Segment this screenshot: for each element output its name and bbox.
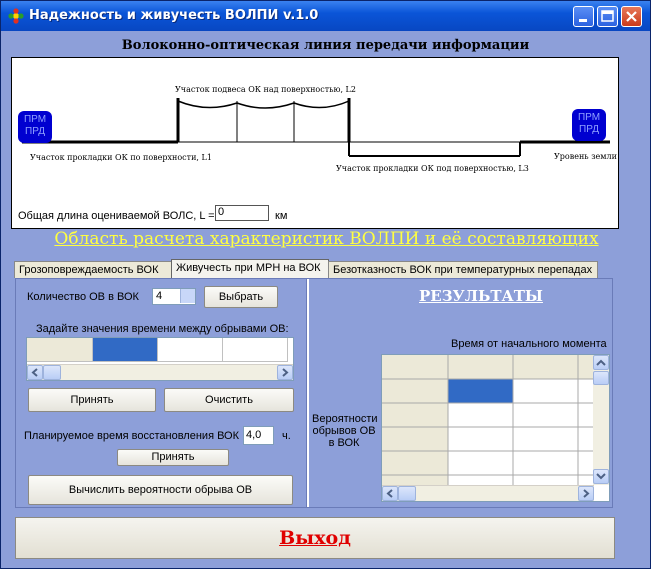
tab-survivability[interactable]: Живучесть при МРН на ВОК	[171, 259, 329, 279]
scroll-left-icon[interactable]	[382, 486, 398, 501]
time-grid[interactable]	[26, 337, 294, 381]
node-right: ПРМ ПРД	[572, 109, 606, 141]
results-grid[interactable]	[381, 354, 610, 502]
scroll-up-icon[interactable]	[593, 355, 609, 370]
row-caption: Вероятности обрывов ОВ в ВОК	[312, 413, 378, 449]
tab-lightning[interactable]: Грозоповреждаемость ВОК	[14, 261, 174, 278]
scroll-right-icon[interactable]	[578, 486, 594, 501]
label-ground: Уровень земли	[554, 152, 617, 161]
area-title: Область расчета характеристик ВОЛПИ и её…	[54, 229, 599, 249]
length-label: Общая длина оцениваемой ВОЛС, L =	[18, 210, 215, 222]
scroll-left-icon[interactable]	[27, 365, 43, 380]
select-button[interactable]: Выбрать	[204, 286, 278, 308]
restore-unit: ч.	[282, 430, 291, 442]
clear-button[interactable]: Очистить	[164, 388, 294, 412]
length-unit: км	[275, 210, 288, 222]
tab-temperature[interactable]: Безотказность ВОК при температурных пере…	[328, 261, 598, 278]
window-title: Надежность и живучесть ВОЛПИ v.1.0	[29, 8, 319, 23]
line-schematic	[22, 98, 610, 157]
results-hscroll[interactable]	[382, 485, 594, 501]
compute-button[interactable]: Вычислить вероятности обрыва ОВ	[28, 475, 293, 505]
scroll-thumb[interactable]	[43, 365, 61, 380]
time-prompt: Задайте значения времени между обрывами …	[36, 323, 289, 335]
tab-panel: Количество ОВ в ВОК 4 Выбрать Задайте зн…	[15, 278, 613, 508]
close-icon	[626, 11, 637, 22]
grid-selected-cell[interactable]	[93, 338, 158, 362]
label-surface: Участок прокладки ОК по поверхности, L1	[30, 153, 212, 162]
diagram-title: Волоконно-оптическая линия передачи инфо…	[121, 38, 530, 53]
fiber-count-spinner[interactable]: 4	[152, 288, 196, 305]
column-caption: Время от начального момента	[451, 338, 607, 350]
length-input[interactable]: 0	[215, 205, 269, 221]
label-underground: Участок прокладки ОК под поверхностью, L…	[336, 164, 529, 173]
close-button[interactable]	[621, 6, 642, 27]
spinner-up-icon[interactable]	[180, 289, 195, 296]
app-flower-icon	[8, 8, 24, 24]
node-left: ПРМ ПРД	[18, 111, 52, 143]
line-diagram: ПРМ ПРД ПРМ ПРД Участок подвеса ОК над пов…	[11, 57, 619, 229]
panel-divider	[306, 279, 309, 507]
accept-button[interactable]: Принять	[28, 388, 156, 412]
grid-cell[interactable]	[223, 338, 288, 362]
scroll-right-icon[interactable]	[277, 365, 293, 380]
minimize-icon	[579, 19, 587, 22]
fiber-count-value: 4	[156, 290, 163, 302]
results-vscroll[interactable]	[593, 355, 609, 485]
results-title: РЕЗУЛЬТАТЫ	[419, 287, 543, 305]
restore-input[interactable]: 4,0	[243, 426, 274, 445]
scroll-thumb-v[interactable]	[593, 371, 609, 385]
fiber-count-label: Количество ОВ в ВОК	[27, 291, 139, 303]
exit-button[interactable]: Выход	[15, 517, 615, 559]
maximize-button[interactable]	[597, 6, 618, 27]
grid-header-cell	[27, 338, 93, 362]
restore-label: Планируемое время восстановления ВОК	[24, 430, 240, 442]
scroll-thumb-h[interactable]	[398, 486, 416, 501]
grid-cell[interactable]	[158, 338, 223, 362]
scroll-down-icon[interactable]	[593, 469, 609, 484]
results-grid-lines	[382, 355, 609, 501]
maximize-icon	[601, 10, 614, 22]
spinner-down-icon[interactable]	[180, 296, 195, 303]
accept-button-2[interactable]: Принять	[117, 449, 229, 466]
exit-label: Выход	[279, 527, 351, 549]
minimize-button[interactable]	[573, 6, 594, 27]
time-grid-hscroll[interactable]	[27, 364, 293, 380]
app-window: Надежность и живучесть ВОЛПИ v.1.0 Волок…	[0, 0, 651, 569]
title-bar[interactable]: Надежность и живучесть ВОЛПИ v.1.0	[1, 1, 650, 31]
label-suspension: Участок подвеса ОК над поверхностью, L2	[175, 85, 356, 94]
